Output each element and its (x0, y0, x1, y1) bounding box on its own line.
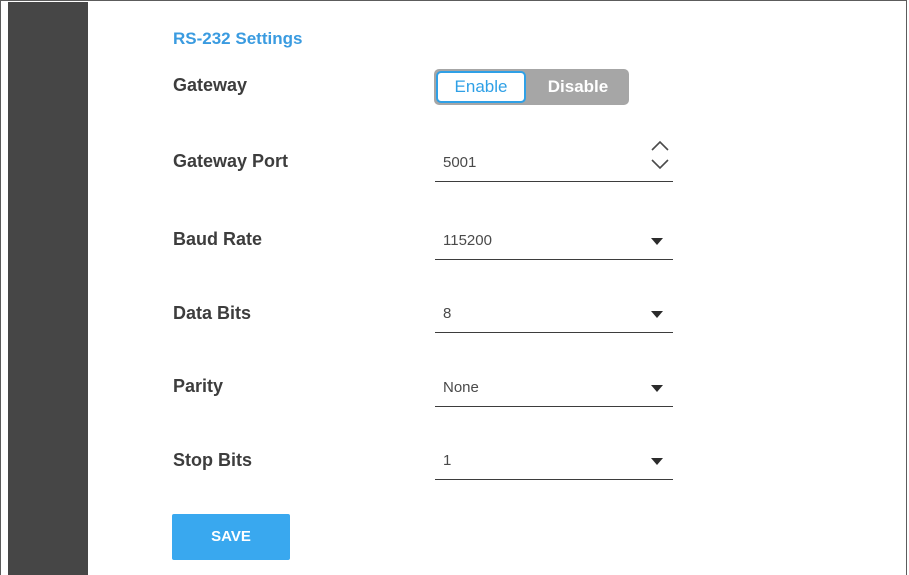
gateway-port-input[interactable]: 5001 (435, 140, 673, 182)
chevron-down-icon[interactable] (651, 159, 669, 170)
caret-down-icon (651, 311, 663, 318)
baud-rate-select[interactable]: 115200 (435, 226, 673, 260)
gateway-port-value: 5001 (443, 154, 477, 171)
sidebar (8, 2, 88, 575)
gateway-disable-button[interactable]: Disable (530, 71, 626, 103)
section-title: RS-232 Settings (173, 29, 303, 48)
gateway-label: Gateway (173, 75, 248, 95)
gateway-enable-button[interactable]: Enable (436, 71, 526, 103)
parity-value: None (443, 379, 479, 396)
stop-bits-value: 1 (443, 452, 452, 469)
caret-down-icon (651, 238, 663, 245)
caret-down-icon (651, 385, 663, 392)
stop-bits-select[interactable]: 1 (435, 446, 673, 480)
baud-rate-value: 115200 (443, 232, 492, 249)
parity-label: Parity (173, 376, 224, 396)
gateway-toggle[interactable]: Enable Disable (434, 69, 629, 105)
parity-select[interactable]: None (435, 373, 673, 407)
gateway-port-label: Gateway Port (173, 151, 289, 171)
chevron-up-icon[interactable] (651, 140, 669, 151)
gateway-port-stepper[interactable] (649, 138, 671, 178)
data-bits-label: Data Bits (173, 303, 252, 323)
stop-bits-label: Stop Bits (173, 450, 252, 470)
data-bits-select[interactable]: 8 (435, 299, 673, 333)
save-button[interactable]: SAVE (172, 514, 290, 560)
caret-down-icon (651, 458, 663, 465)
data-bits-value: 8 (443, 305, 452, 322)
baud-rate-label: Baud Rate (173, 229, 263, 249)
